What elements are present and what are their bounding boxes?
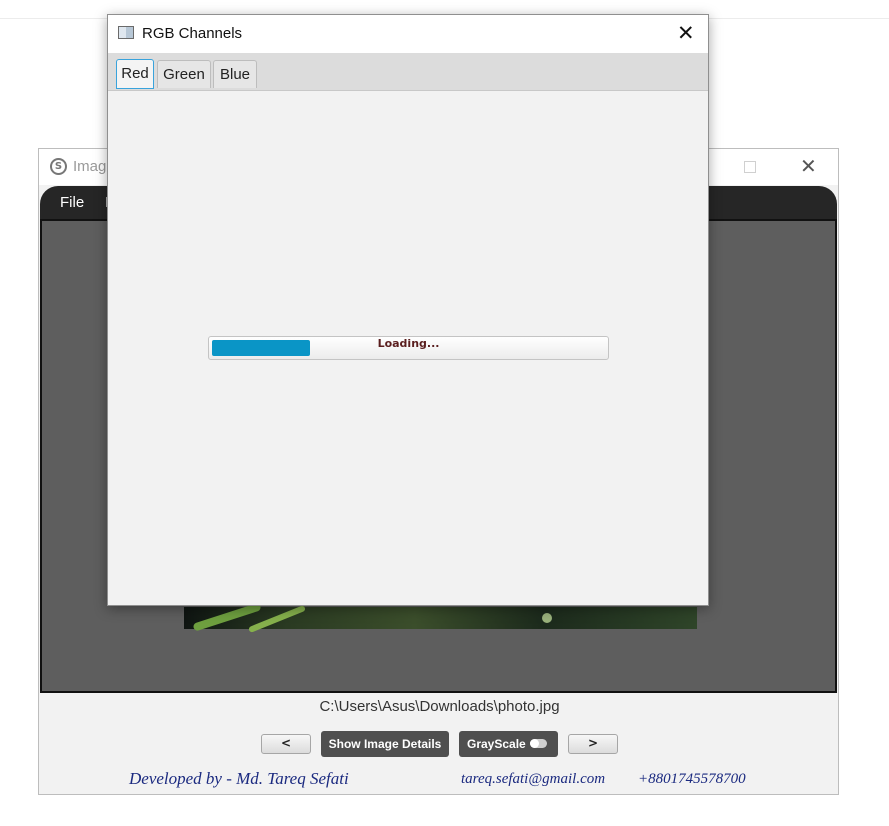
show-image-details-button[interactable]: Show Image Details	[321, 731, 449, 757]
maximize-icon[interactable]	[744, 161, 756, 173]
grayscale-label: GrayScale	[467, 737, 526, 751]
switch-knob	[530, 739, 539, 748]
tab-red[interactable]: Red	[116, 59, 154, 89]
main-window-title: Imag	[73, 158, 107, 175]
rgb-channels-dialog: RGB Channels ✕ Red Green Blue Loading...	[107, 14, 709, 606]
previous-button[interactable]: <	[261, 734, 311, 754]
app-logo-icon: S	[50, 158, 67, 175]
photo-bud	[542, 613, 552, 623]
progress-label: Loading...	[377, 337, 440, 350]
next-button[interactable]: >	[568, 734, 618, 754]
grayscale-toggle-button[interactable]: GrayScale	[459, 731, 558, 757]
close-icon[interactable]: ✕	[800, 154, 817, 178]
dialog-window-icon	[118, 26, 134, 39]
grayscale-switch[interactable]	[530, 739, 547, 748]
tab-green[interactable]: Green	[157, 60, 211, 88]
dialog-close-icon[interactable]: ✕	[677, 21, 695, 45]
dialog-title: RGB Channels	[142, 25, 243, 42]
developer-credit: Developed by - Md. Tareq Sefati	[129, 769, 349, 788]
menu-file[interactable]: File	[60, 194, 84, 211]
tab-blue[interactable]: Blue	[213, 60, 257, 88]
developer-email: tareq.sefati@gmail.com	[461, 771, 606, 787]
loading-progress-bar: Loading...	[208, 336, 609, 360]
dialog-title-bar: RGB Channels ✕	[108, 15, 708, 53]
developer-phone: +8801745578700	[638, 771, 746, 787]
file-path-label: C:\Users\Asus\Downloads\photo.jpg	[319, 698, 560, 715]
control-row: < Show Image Details GrayScale >	[39, 731, 840, 757]
channel-tab-bar: Red Green Blue	[108, 53, 708, 91]
